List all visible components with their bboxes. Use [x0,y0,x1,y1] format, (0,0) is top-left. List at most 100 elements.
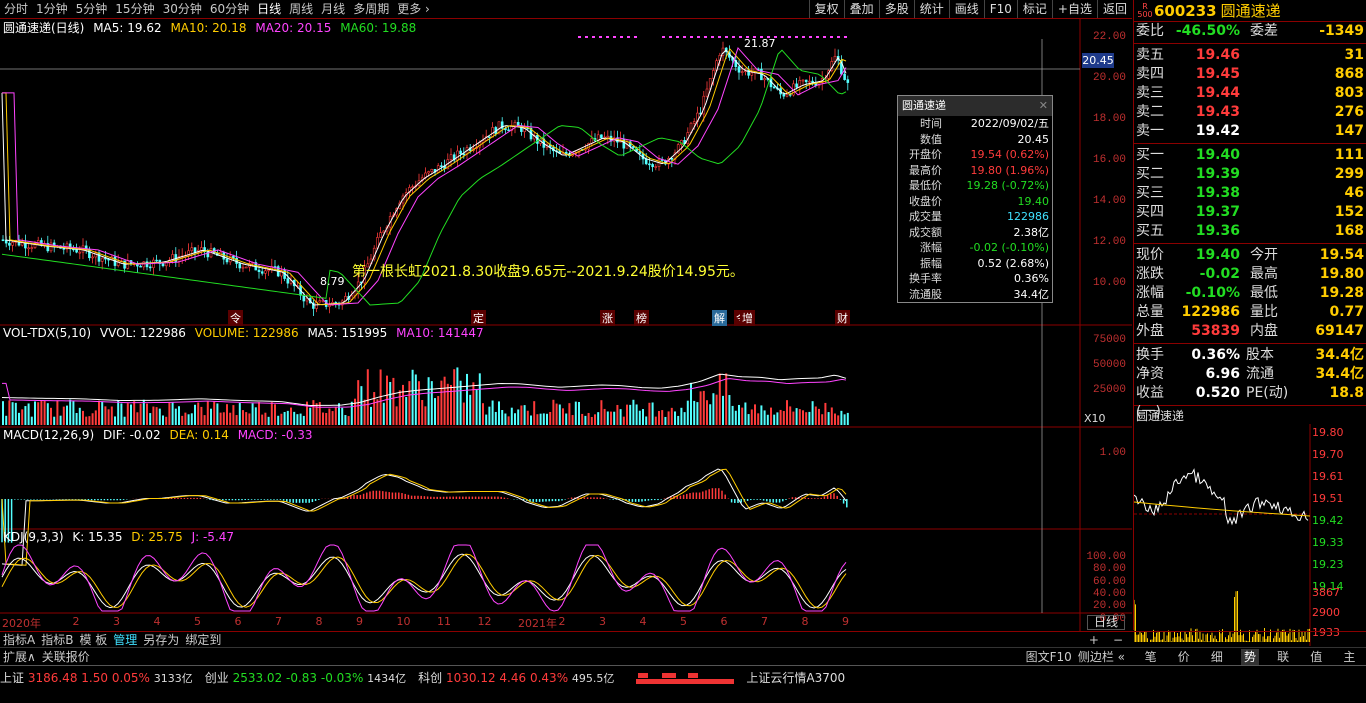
toolbar-btn-0[interactable]: 复权 [808,0,844,18]
candle-body [8,242,11,246]
event-marker[interactable]: 增 [740,310,755,326]
volume-bar [21,409,24,425]
event-marker[interactable]: 定 [471,310,486,326]
volume-bar [603,408,606,425]
volume-bar [741,407,744,425]
candle-body [750,72,754,76]
expand-row: 扩展∧ 关联报价 图文F10 侧边栏 « 笔价细势联值主 [0,647,1366,665]
indicator-tab-2[interactable]: 模 板 [76,632,110,648]
stat-value: 0.36% [1191,347,1240,363]
side-tab-5[interactable]: 值 [1307,649,1325,665]
related-quote-tab[interactable]: 关联报价 [39,649,93,665]
ticker-pct: 0.43% [529,671,572,685]
side-tab-2[interactable]: 细 [1208,649,1226,665]
toolbar-btn-5[interactable]: F10 [983,0,1017,18]
ticker-item[interactable]: 科创 1030.12 4.46 0.43% 495.5亿 [418,669,614,686]
close-icon[interactable]: ✕ [1039,96,1048,116]
volume-bar [779,409,782,425]
period-button[interactable]: 日线 [1087,615,1125,630]
volume-bar [315,403,318,425]
period-tab-10[interactable]: 更多 › [397,0,430,18]
toolbar-btn-6[interactable]: 标记 [1016,0,1052,18]
event-marker[interactable]: 榜 [634,310,649,326]
period-tab-8[interactable]: 月线 [321,0,345,18]
event-marker[interactable]: 涨 [600,310,615,326]
stat-label: 换手 [1136,347,1164,363]
intraday-chart[interactable]: 19.8019.7019.6119.5119.4219.3319.2319.14… [1133,424,1366,659]
zoom-in-button[interactable]: + [1086,632,1102,647]
tooltip-value: 19.80 (1.96%) [970,163,1049,177]
kdj-tick: 80.00 [1092,563,1126,576]
period-tab-2[interactable]: 5分钟 [76,0,108,18]
zoom-out-button[interactable]: − [1110,632,1126,647]
toolbar-btn-4[interactable]: 画线 [948,0,984,18]
volume-bar [565,413,568,425]
volume-bar [91,413,94,425]
indicator-tab-4[interactable]: 另存为 [140,632,182,648]
stat-label: 净资 [1136,366,1164,382]
event-marker[interactable]: 解 [712,310,727,326]
quote-row: 卖三 19.44 803 [1134,84,1366,103]
indicator-tab-0[interactable]: 指标A [0,632,38,648]
tooltip-value: 122986 [1007,210,1049,223]
volume-bar [290,407,292,425]
x-tick: 3 [113,615,120,628]
f10-button[interactable]: 图文F10 [1023,649,1075,665]
quote-price: 19.42 [1195,123,1240,139]
volume-bar [514,413,516,425]
indicator-tab-1[interactable]: 指标B [38,632,76,648]
signal-dot [795,36,798,38]
order-ratio-row: 委比 -46.50% 委差 -1349 [1134,22,1366,41]
side-tab-6[interactable]: 主 [1340,649,1358,665]
period-tab-7[interactable]: 周线 [289,0,313,18]
side-tab-0[interactable]: 笔 [1142,649,1160,665]
tooltip-row: 振幅 0.52 (2.68%) [898,256,1052,272]
toolbar-btn-7[interactable]: +自选 [1051,0,1097,18]
quote-price: 19.39 [1195,166,1240,182]
volume-bar [645,416,648,425]
volume-bar [235,415,238,425]
candle-body [692,121,696,124]
period-tab-0[interactable]: 分时 [4,0,28,18]
period-tab-5[interactable]: 60分钟 [210,0,249,18]
period-tab-9[interactable]: 多周期 [353,0,389,18]
volume-bar [14,402,17,425]
stat-label: 现价 [1136,247,1164,263]
candle-body [238,263,242,269]
indicator-tab-5[interactable]: 绑定到 [182,632,224,648]
candle-body [11,242,14,246]
toolbar-btn-8[interactable]: 返回 [1096,0,1132,18]
toolbar-btn-2[interactable]: 多股 [878,0,914,18]
volume-bar [309,407,312,425]
volume-bar [469,394,472,425]
expand-button[interactable]: 扩展∧ [0,649,39,665]
event-marker[interactable]: 财 [835,310,850,326]
period-tab-3[interactable]: 15分钟 [115,0,154,18]
side-tab-1[interactable]: 价 [1175,649,1193,665]
indicator-tab-3[interactable]: 管理 [110,632,140,648]
period-tab-4[interactable]: 30分钟 [163,0,202,18]
event-marker[interactable]: 令 [228,310,243,326]
volume-bar [654,416,657,425]
volume-bar [392,377,395,425]
toolbar-btn-3[interactable]: 统计 [913,0,949,18]
volume-bar [72,400,75,425]
kdj-tick: 60.00 [1092,575,1126,588]
sidebar-toggle[interactable]: 侧边栏 « [1075,649,1128,665]
side-tab-3[interactable]: 势 [1240,648,1259,665]
x-tick: 3 [599,615,606,628]
volume-bar [386,375,388,425]
stat-value: -0.02 [1199,266,1240,282]
quote-row: 买五 19.36 168 [1134,222,1366,241]
volume-bar [738,404,740,425]
period-tab-6[interactable]: 日线 [257,0,281,18]
ticker-item[interactable]: 上证 3186.48 1.50 0.05% 3133亿 [0,669,193,686]
vol-legend: VOL-TDX(5,10) VVOL: 122986 VOLUME: 12298… [3,325,489,341]
ticker-item[interactable]: 创业 2533.02 -0.83 -0.03% 1434亿 [205,669,406,686]
ticker-pct: 0.05% [111,671,154,685]
period-tab-1[interactable]: 1分钟 [36,0,68,18]
side-tab-4[interactable]: 联 [1274,649,1292,665]
volume-bar [430,381,433,425]
signal-dot [627,36,630,38]
toolbar-btn-1[interactable]: 叠加 [843,0,879,18]
